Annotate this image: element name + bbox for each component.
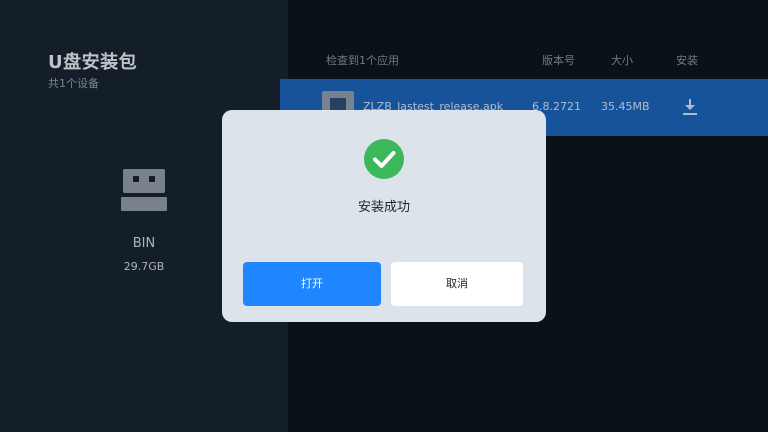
cancel-button[interactable]: 取消: [391, 262, 523, 306]
success-check-icon: [364, 139, 404, 179]
install-success-dialog: 安装成功 打开 取消: [222, 110, 546, 322]
screen: U盘安装包 共1个设备 BIN 29.7GB 检查到1个应用 版本号 大小 安装…: [0, 0, 768, 432]
dialog-message: 安装成功: [357, 200, 410, 215]
open-button[interactable]: 打开: [243, 262, 381, 306]
